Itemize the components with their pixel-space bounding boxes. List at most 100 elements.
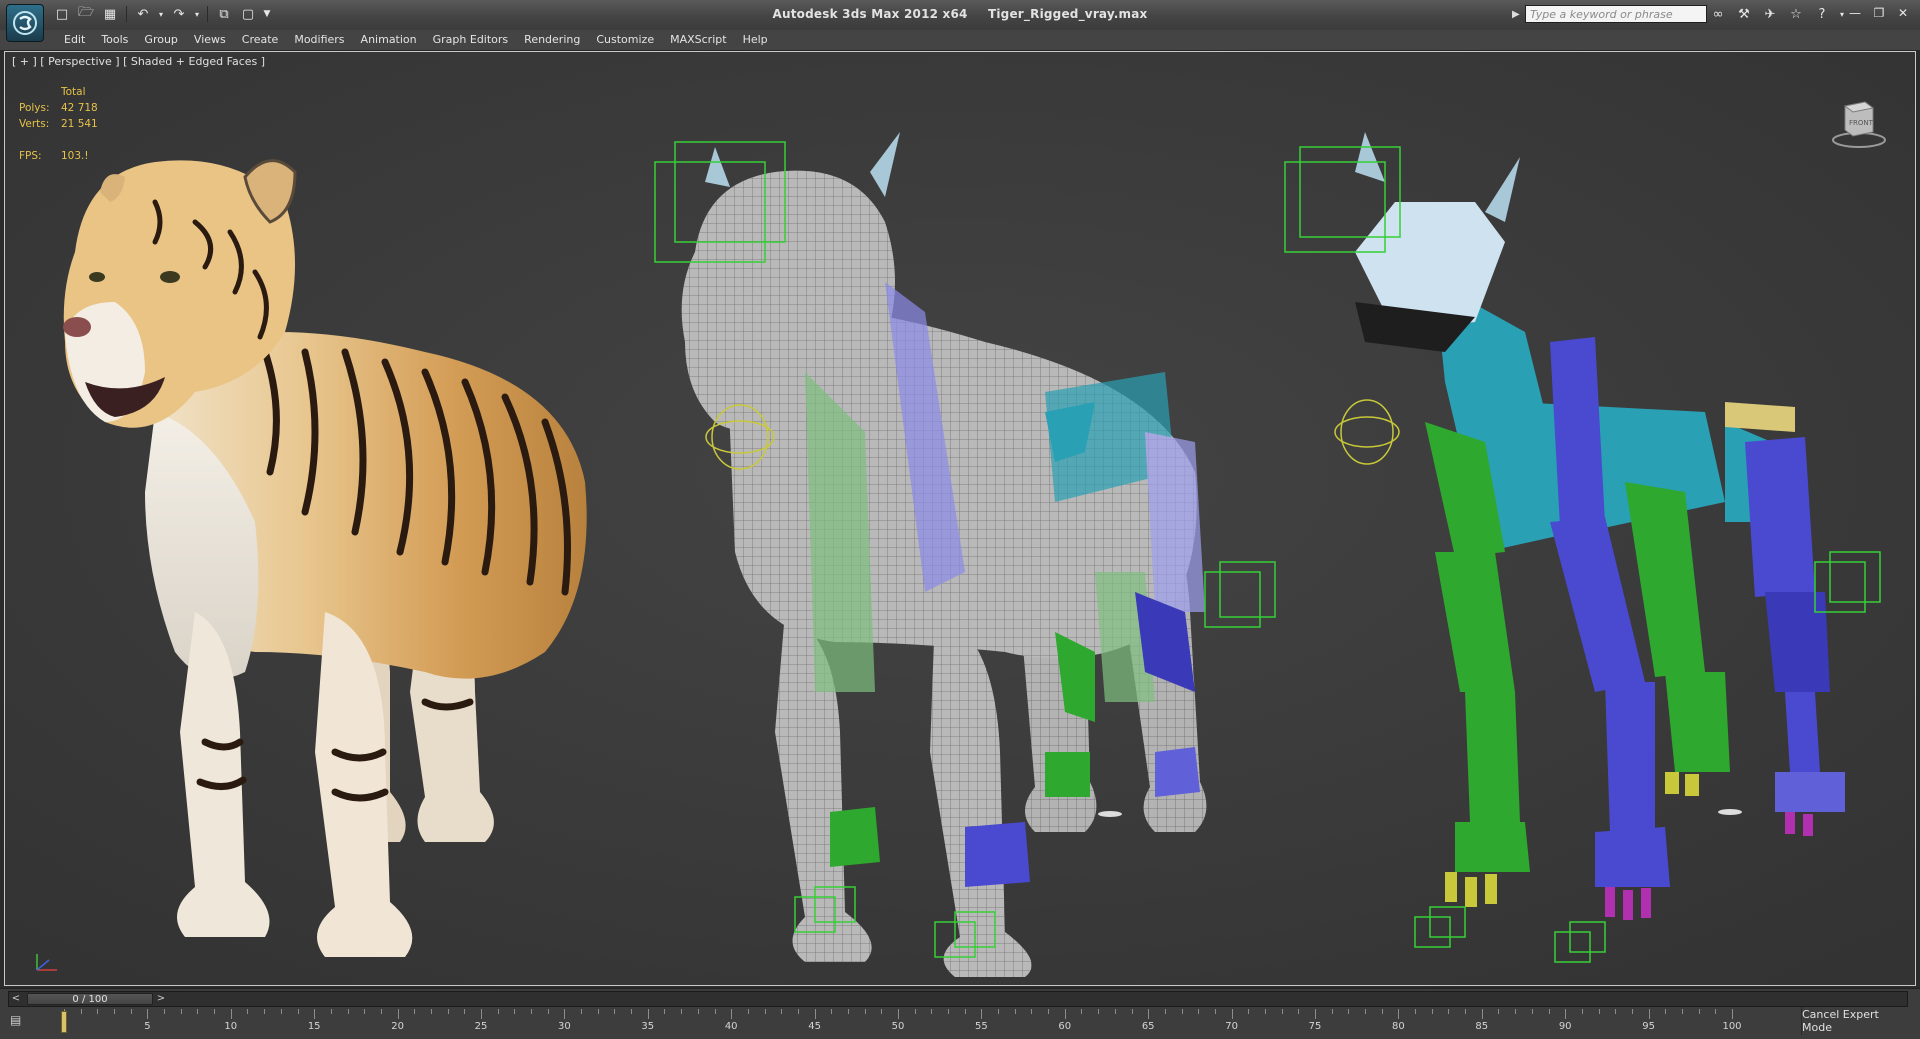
menu-graph-editors[interactable]: Graph Editors	[425, 32, 517, 47]
ruler-tick	[1631, 1009, 1633, 1014]
restore-icon[interactable]: ❐	[1868, 4, 1890, 22]
ruler-tick-label: 55	[975, 1021, 988, 1032]
ruler-tick	[1665, 1009, 1667, 1014]
stats-verts-label: Verts:	[19, 118, 50, 130]
time-slider[interactable]: < 0 / 100 >	[8, 991, 1908, 1007]
ruler-tick-label: 40	[724, 1021, 738, 1032]
ruler-tick	[1732, 1009, 1733, 1019]
tiger-eye-left	[89, 272, 105, 282]
communication-center-icon[interactable]: ✈	[1760, 5, 1780, 23]
current-frame-marker[interactable]	[61, 1011, 67, 1033]
window-controls: — ❐ ✕	[1844, 4, 1914, 22]
ruler-tick	[380, 1009, 382, 1014]
ruler-tick	[164, 1009, 166, 1014]
ruler-tick	[1148, 1009, 1150, 1019]
ruler-tick	[1281, 1009, 1283, 1014]
menu-maxscript[interactable]: MAXScript	[662, 32, 734, 47]
ruler-tick	[998, 1009, 1000, 1014]
ruler-tick	[80, 1009, 82, 1014]
bone-back-foot-right	[1775, 772, 1845, 812]
ruler-tick	[1581, 1009, 1583, 1014]
ruler-tick	[180, 1009, 182, 1014]
close-icon[interactable]: ✕	[1892, 4, 1914, 22]
ruler-tick	[447, 1009, 449, 1014]
cancel-expert-mode-button[interactable]: Cancel Expert Mode	[1801, 1007, 1912, 1035]
ruler-tick	[1515, 1009, 1517, 1014]
ruler-tick	[97, 1009, 99, 1014]
hold-icon[interactable]: ⧉	[214, 5, 234, 23]
ruler-tick	[864, 1009, 866, 1014]
binoculars-icon[interactable]: ∞	[1708, 5, 1728, 23]
menu-bar: Edit Tools Group Views Create Modifiers …	[0, 30, 1920, 51]
search-input[interactable]	[1525, 5, 1707, 23]
viewcube-icon[interactable]: FRONT	[1829, 92, 1889, 152]
slider-prev-icon[interactable]: <	[10, 993, 22, 1005]
stats-fps-value: 103.!	[61, 150, 89, 162]
ruler-tick	[314, 1009, 316, 1019]
menu-modifiers[interactable]: Modifiers	[286, 32, 352, 47]
project-folder-icon[interactable]: ▢	[238, 5, 258, 23]
ruler-tick	[531, 1009, 533, 1014]
ruler-tick	[397, 1009, 399, 1019]
favorites-star-icon[interactable]: ☆	[1786, 5, 1806, 23]
ruler-tick	[1164, 1009, 1166, 1014]
redo-dropdown-icon[interactable]: ▾	[193, 5, 201, 23]
minimize-icon[interactable]: —	[1844, 4, 1866, 22]
time-slider-thumb[interactable]: 0 / 100	[27, 993, 153, 1005]
wire-back-foot-right	[1155, 747, 1200, 797]
ruler-tick	[764, 1009, 766, 1014]
undo-icon[interactable]: ↶	[133, 5, 153, 23]
menu-rendering[interactable]: Rendering	[516, 32, 588, 47]
ruler-tick-label: 25	[474, 1021, 488, 1032]
ruler-tick	[1031, 1009, 1033, 1014]
quick-access-toolbar: □ 🗁 ▦ ↶ ▾ ↷ ▾ ⧉ ▢ ▼	[52, 5, 272, 23]
skeleton-foot-marker	[1718, 809, 1742, 815]
track-bar-menu-icon[interactable]: ▤	[10, 1013, 36, 1033]
open-folder-icon[interactable]: 🗁	[76, 5, 96, 23]
menu-animation[interactable]: Animation	[353, 32, 425, 47]
infocenter-search: ▶	[1512, 5, 1707, 23]
menu-tools[interactable]: Tools	[93, 32, 136, 47]
ruler-tick-label: 80	[1392, 1021, 1405, 1032]
ruler-tick	[664, 1009, 666, 1014]
slider-next-icon[interactable]: >	[155, 993, 167, 1005]
redo-icon[interactable]: ↷	[169, 5, 189, 23]
ruler-tick	[280, 1009, 282, 1014]
new-file-icon[interactable]: □	[52, 5, 72, 23]
ruler-tick	[1198, 1009, 1200, 1014]
ruler-tick-label: 70	[1225, 1021, 1238, 1032]
ruler-tick	[1098, 1009, 1100, 1014]
ruler-tick	[1548, 1009, 1550, 1014]
perspective-viewport[interactable]: [ + ] [ Perspective ] [ Shaded + Edged F…	[4, 51, 1916, 986]
menu-customize[interactable]: Customize	[588, 32, 662, 47]
viewport-scene[interactable]	[5, 52, 1915, 985]
app-title: Autodesk 3ds Max 2012 x64	[772, 7, 968, 21]
ruler-tick	[330, 1009, 332, 1014]
menu-views[interactable]: Views	[186, 32, 234, 47]
ruler-tick	[1381, 1009, 1383, 1014]
ruler-tick	[1465, 1009, 1467, 1014]
customize-dropdown-icon[interactable]: ▼	[262, 5, 272, 23]
save-icon[interactable]: ▦	[100, 5, 120, 23]
bone-front-foot-left	[1455, 822, 1530, 872]
ruler-tick	[547, 1009, 549, 1014]
subscription-icon[interactable]: ⚒	[1734, 5, 1754, 23]
menu-help[interactable]: Help	[735, 32, 776, 47]
search-expand-icon[interactable]: ▶	[1512, 9, 1522, 20]
title-bar: □ 🗁 ▦ ↶ ▾ ↷ ▾ ⧉ ▢ ▼ Autodesk 3ds Max 201…	[0, 0, 1920, 31]
time-slider-area: < 0 / 100 > ▤ 5 10 15 20 25 30 35 40 45 50 55 60 65 7…	[0, 988, 1920, 1039]
menu-create[interactable]: Create	[234, 32, 287, 47]
menu-group[interactable]: Group	[136, 32, 186, 47]
undo-dropdown-icon[interactable]: ▾	[157, 5, 165, 23]
track-bar[interactable]: ▤ 5 10 15 20 25 30 35 40 45 50 55 60 65 70 75 80 85 90 95 1…	[8, 1009, 1788, 1037]
ruler-tick	[1481, 1009, 1483, 1019]
app-menu-button[interactable]	[6, 4, 44, 42]
ruler-tick	[1498, 1009, 1500, 1014]
viewport-label[interactable]: [ + ] [ Perspective ] [ Shaded + Edged F…	[12, 55, 265, 68]
frame-ruler[interactable]: 5 10 15 20 25 30 35 40 45 50 55 60 65 70 75 80 85 90 95 100	[60, 1009, 1788, 1037]
help-icon[interactable]: ?	[1812, 5, 1832, 23]
tiger-eye-right	[160, 271, 180, 283]
ruler-tick-label: 95	[1642, 1021, 1655, 1032]
menu-edit[interactable]: Edit	[56, 32, 93, 47]
ruler-tick	[1081, 1009, 1083, 1014]
